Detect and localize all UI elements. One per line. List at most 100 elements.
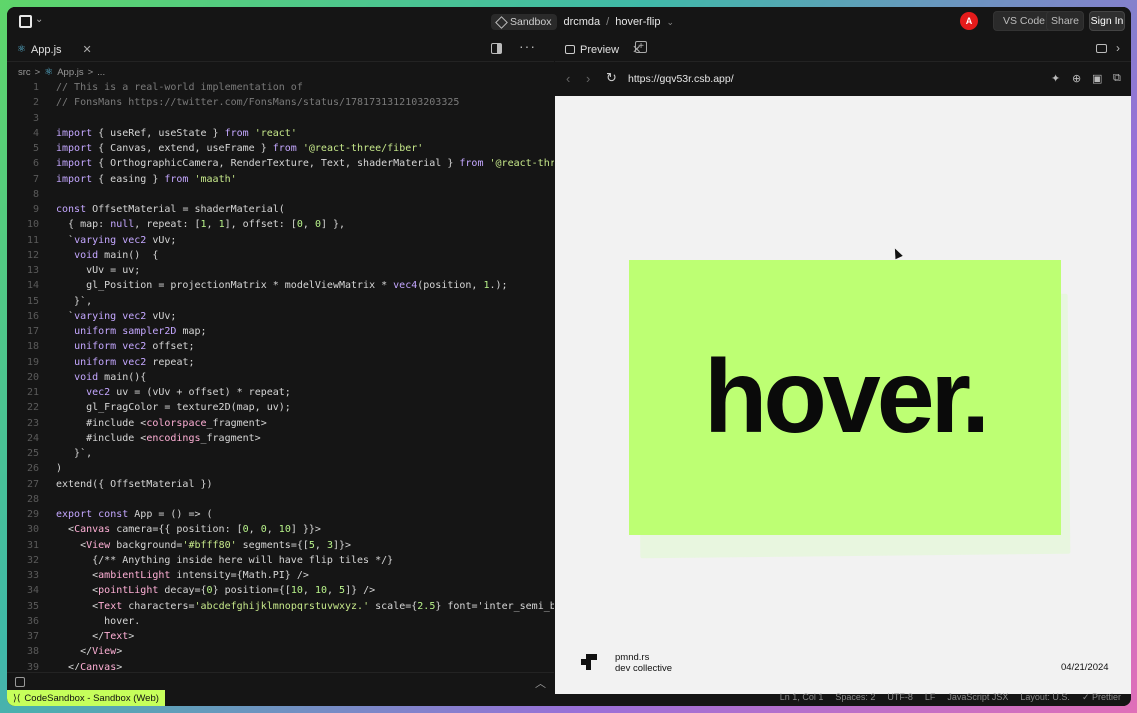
code-line[interactable]: 25 }`, — [7, 446, 554, 461]
code-line[interactable]: 15 }`, — [7, 294, 554, 309]
code-line[interactable]: 12 void main() { — [7, 248, 554, 263]
preview-panel: Preview ✕ + › ‹ › ↻ https://gqv53r.csb.a… — [555, 36, 1131, 699]
code-line[interactable]: 30 <Canvas camera={{ position: [0, 0, 10… — [7, 522, 554, 537]
code-line[interactable]: 18 uniform vec2 offset; — [7, 339, 554, 354]
code-line[interactable]: 35 <Text characters='abcdefghijklmnopqrs… — [7, 599, 554, 614]
breadcrumb-separator: / — [606, 16, 610, 28]
owner-name[interactable]: drcmda — [563, 16, 600, 28]
user-avatar[interactable]: A — [960, 12, 978, 30]
cursor-position[interactable]: Ln 1, Col 1 — [780, 692, 824, 703]
code-line[interactable]: 33 <ambientLight intensity={Math.PI} /> — [7, 568, 554, 583]
code-line[interactable]: 6 import { OrthographicCamera, RenderText… — [7, 156, 554, 171]
code-line[interactable]: 22 gl_FragColor = texture2D(map, uv); — [7, 400, 554, 415]
chevron-down-icon[interactable]: ⌄ — [666, 17, 674, 28]
language-mode[interactable]: JavaScript JSX — [947, 692, 1008, 703]
line-text: vec2 uv = (vUv + offset) * repeat; — [86, 387, 291, 398]
line-number: 18 — [26, 341, 39, 353]
line-text: <Text characters='abcdefghijklmnopqrstuv… — [56, 600, 554, 612]
code-line[interactable]: 37 </Text> — [7, 629, 554, 644]
code-line[interactable]: 14 gl_Position = projectionMatrix * mode… — [7, 278, 554, 293]
line-text: import { Canvas, extend, useFrame } from… — [56, 143, 424, 154]
brand-name[interactable]: pmnd.rs — [615, 652, 672, 663]
breadcrumb-symbol[interactable]: ... — [97, 67, 105, 78]
reload-icon[interactable]: ↻ — [606, 70, 617, 86]
code-line[interactable]: 36 hover. — [7, 614, 554, 629]
terminal-icon[interactable] — [15, 677, 25, 687]
tab-preview[interactable]: Preview ✕ — [561, 40, 645, 59]
code-line[interactable]: 7 import { easing } from 'maath' — [7, 172, 554, 187]
codesandbox-logo-icon[interactable] — [19, 15, 32, 28]
project-name[interactable]: hover-flip — [615, 16, 660, 28]
status-items: Ln 1, Col 1 Spaces: 2 UTF-8 LF JavaScrip… — [780, 692, 1121, 703]
add-tab-icon[interactable]: + — [635, 41, 647, 53]
code-line[interactable]: 26) — [7, 461, 554, 476]
code-line[interactable]: 16 `varying vec2 vUv; — [7, 309, 554, 324]
code-line[interactable]: 29 export const App = () => ( — [7, 507, 554, 522]
console-icon[interactable]: ▣ — [1092, 72, 1102, 85]
date-label: 04/21/2024 — [1061, 662, 1109, 673]
code-line[interactable]: 13 vUv = uv; — [7, 263, 554, 278]
keyboard-layout[interactable]: Layout: U.S. — [1020, 692, 1070, 703]
code-line[interactable]: 27 extend({ OffsetMaterial }) — [7, 477, 554, 492]
line-number: 20 — [26, 371, 39, 383]
chevron-right-icon[interactable]: › — [1116, 41, 1120, 55]
code-line[interactable]: 2 // FonsMans https://twitter.com/FonsMan… — [7, 95, 554, 110]
sandbox-badge[interactable]: Sandbox — [491, 14, 558, 30]
layout-icon[interactable] — [1096, 44, 1107, 53]
code-line[interactable]: 20 void main(){ — [7, 370, 554, 385]
share-button[interactable]: Share — [1046, 11, 1084, 31]
code-line[interactable]: 4 import { useRef, useState } from 'react… — [7, 126, 554, 141]
chevron-down-icon[interactable]: ⌄ — [35, 14, 43, 25]
status-bar: ⟩⟨ CodeSandbox - Sandbox (Web) Ln 1, Col… — [7, 690, 1131, 706]
remote-indicator[interactable]: ⟩⟨ CodeSandbox - Sandbox (Web) — [7, 690, 165, 706]
mouse-cursor-icon — [891, 246, 903, 260]
sparkle-icon[interactable]: ✦ — [1051, 72, 1060, 85]
code-line[interactable]: 32 {/** Anything inside here will have f… — [7, 553, 554, 568]
indentation[interactable]: Spaces: 2 — [835, 692, 875, 703]
line-number: 34 — [26, 585, 39, 597]
code-line[interactable]: 5 import { Canvas, extend, useFrame } fro… — [7, 141, 554, 156]
open-external-icon[interactable]: ⧉ — [1113, 72, 1121, 85]
code-line[interactable]: 34 <pointLight decay={0} position={[10, … — [7, 583, 554, 598]
split-editor-icon[interactable] — [491, 43, 502, 54]
code-line[interactable]: 8 — [7, 187, 554, 202]
line-text: <ambientLight intensity={Math.PI} /> — [56, 570, 309, 581]
inspect-icon[interactable]: ⊕ — [1072, 72, 1081, 85]
code-line[interactable]: 10 { map: null, repeat: [1, 1], offset: … — [7, 217, 554, 232]
close-icon[interactable]: ✕ — [83, 43, 92, 56]
code-line[interactable]: 28 — [7, 492, 554, 507]
code-line[interactable]: 1 // This is a real-world implementation … — [7, 80, 554, 95]
preview-url[interactable]: https://gqv53r.csb.app/ — [628, 73, 734, 85]
code-line[interactable]: 23 #include <colorspace_fragment> — [7, 416, 554, 431]
sign-in-button[interactable]: Sign In — [1089, 11, 1125, 31]
code-line[interactable]: 39 </Canvas> — [7, 660, 554, 671]
tab-app-js[interactable]: ⚛ App.js ✕ — [13, 40, 96, 59]
code-line[interactable]: 9 const OffsetMaterial = shaderMaterial( — [7, 202, 554, 217]
code-line[interactable]: 21 vec2 uv = (vUv + offset) * repeat; — [7, 385, 554, 400]
top-bar: ⌄ Sandbox drcmda / hover-flip ⌄ A VS Cod… — [7, 7, 1131, 36]
line-number: 38 — [26, 646, 39, 658]
hover-card[interactable]: hover. — [629, 260, 1061, 535]
encoding[interactable]: UTF-8 — [887, 692, 913, 703]
code-line[interactable]: 38 </View> — [7, 644, 554, 659]
code-area[interactable]: 1 // This is a real-world implementation … — [7, 80, 554, 670]
line-number: 33 — [26, 570, 39, 581]
breadcrumb-file[interactable]: App.js — [57, 67, 83, 78]
line-number: 35 — [26, 600, 39, 612]
more-options-icon[interactable]: ··· — [519, 38, 536, 54]
code-line[interactable]: 31 <View background='#bfff80' segments={… — [7, 538, 554, 553]
line-text: <pointLight decay={0} position={[10, 10,… — [56, 585, 376, 597]
code-line[interactable]: 11 `varying vec2 vUv; — [7, 233, 554, 248]
line-number: 21 — [26, 387, 39, 398]
code-line[interactable]: 24 #include <encodings_fragment> — [7, 431, 554, 446]
line-ending[interactable]: LF — [925, 692, 936, 703]
code-line[interactable]: 19 uniform vec2 repeat; — [7, 355, 554, 370]
code-line[interactable]: 17 uniform sampler2D map; — [7, 324, 554, 339]
forward-icon[interactable]: › — [586, 71, 590, 86]
preview-page[interactable]: hover. pmnd.rs dev collective 04/21/2024 — [555, 96, 1131, 699]
back-icon[interactable]: ‹ — [566, 71, 570, 86]
breadcrumb-folder[interactable]: src — [18, 67, 31, 78]
chevron-up-icon[interactable]: ︿ — [535, 675, 546, 691]
code-line[interactable]: 3 — [7, 111, 554, 126]
prettier-status[interactable]: ✓ Prettier — [1082, 692, 1121, 703]
